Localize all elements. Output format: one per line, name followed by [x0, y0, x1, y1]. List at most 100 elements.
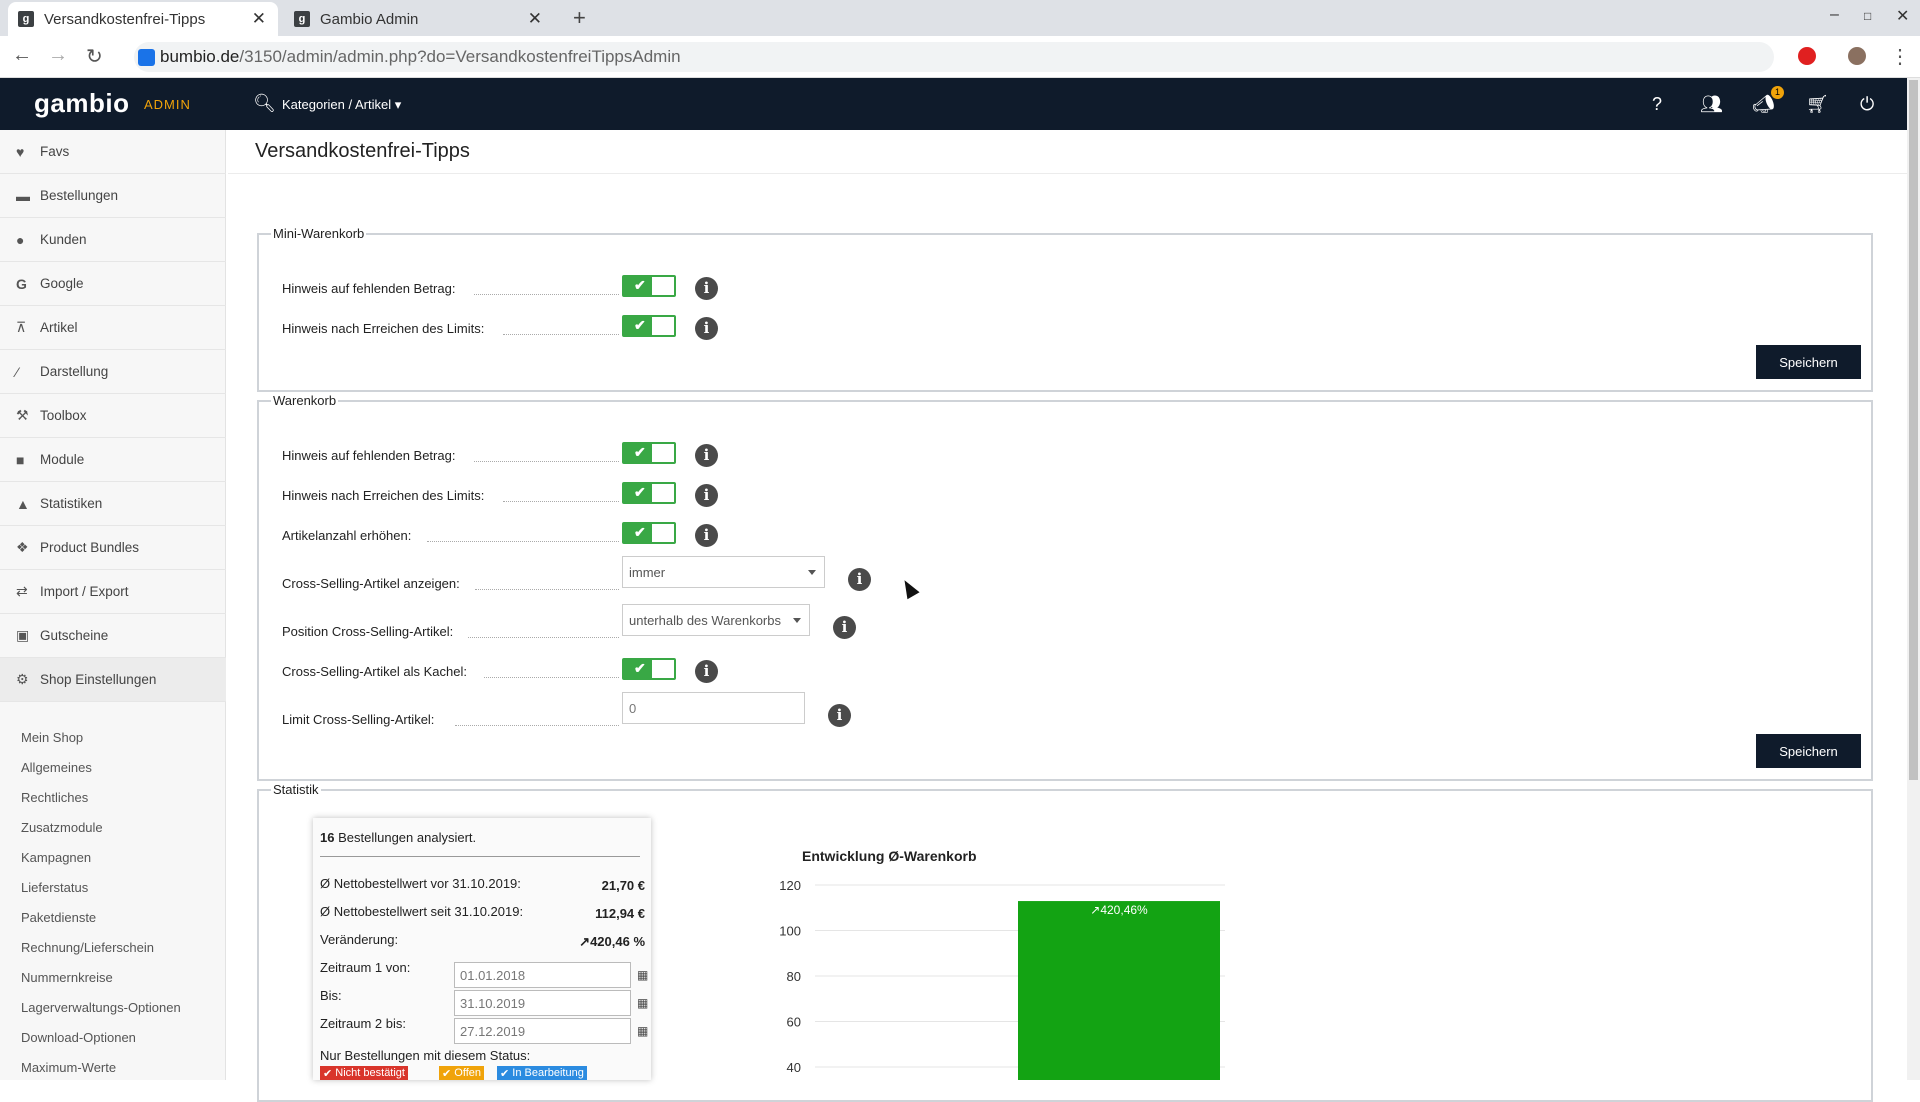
card-divider [320, 856, 640, 857]
submenu-kampagnen[interactable]: Kampagnen [21, 850, 91, 865]
search-icon[interactable]: 🔍︎ [253, 93, 276, 114]
date-input-from[interactable]: 01.01.2018 [454, 962, 631, 988]
browser-menu-icon[interactable]: ⋮ [1890, 44, 1910, 69]
chevron-down-icon [808, 570, 816, 575]
sidebar-item-toolbox[interactable]: ⚒︎ Toolbox [0, 394, 226, 438]
opera-extension-icon[interactable] [1798, 47, 1816, 65]
sidebar-item-module[interactable]: ■ Module [0, 438, 226, 482]
sidebar-item-artikel[interactable]: ⊼ Artikel [0, 306, 226, 350]
calendar-icon[interactable]: ▦ [637, 996, 648, 1010]
check-icon: ✔ [634, 444, 646, 460]
bar-data-label: ↗420,46% [1090, 903, 1148, 917]
dotted-leader [468, 637, 619, 638]
sidebar-item-favs[interactable]: ♥ Favs [0, 130, 226, 174]
date-input-period2[interactable]: 27.12.2019 [454, 1018, 631, 1044]
submenu-allgemeines[interactable]: Allgemeines [21, 760, 92, 775]
sidebar-item-label: Artikel [40, 320, 78, 335]
info-icon[interactable]: i [695, 484, 718, 507]
submenu-download-optionen[interactable]: Download-Optionen [21, 1030, 136, 1045]
info-icon[interactable]: i [695, 317, 718, 340]
address-bar-row: ← → ↻ bumbio.de/3150/admin/admin.php?do=… [0, 36, 1920, 78]
save-button[interactable]: Speichern [1756, 345, 1861, 379]
sidebar-item-gutscheine[interactable]: ▣ Gutscheine [0, 614, 226, 658]
sidebar-item-kunden[interactable]: ● Kunden [0, 218, 226, 262]
toggle-switch[interactable]: ✔ [622, 482, 676, 504]
sidebar-item-darstellung[interactable]: ⁄ Darstellung [0, 350, 226, 394]
search-category-dropdown[interactable]: Kategorien / Artikel ▾ [282, 97, 401, 113]
gambio-favicon-icon: g [18, 11, 34, 27]
forward-icon[interactable]: → [48, 44, 68, 67]
toggle-switch[interactable]: ✔ [622, 275, 676, 297]
info-icon[interactable]: i [833, 616, 856, 639]
submenu-nummernkreise[interactable]: Nummernkreise [21, 970, 113, 985]
new-tab-button[interactable]: + [573, 5, 586, 31]
logout-power-icon[interactable]: ⏻ [1860, 94, 1874, 115]
submenu-mein-shop[interactable]: Mein Shop [21, 730, 83, 745]
cart-icon[interactable]: 🛒︎ [1806, 94, 1829, 115]
close-window-icon[interactable]: ✕ [1896, 6, 1909, 26]
status-filter-label: Nur Bestellungen mit diesem Status: [320, 1048, 531, 1063]
back-icon[interactable]: ← [12, 44, 32, 67]
calendar-icon[interactable]: ▦ [637, 1024, 648, 1038]
sidebar-item-shop-einstellungen[interactable]: ⚙︎ Shop Einstellungen [0, 658, 226, 702]
status-tag-offen[interactable]: ✔ Offen [439, 1066, 484, 1080]
sidebar-item-statistiken[interactable]: ▲ Statistiken [0, 482, 226, 526]
info-icon[interactable]: i [695, 524, 718, 547]
reload-icon[interactable]: ↻ [86, 44, 103, 69]
setting-label: Position Cross-Selling-Artikel: [282, 624, 454, 639]
gambio-logo[interactable]: gambio [34, 88, 129, 119]
tab-title: Gambio Admin [320, 10, 419, 28]
help-icon[interactable]: ? [1652, 94, 1662, 115]
close-tab-icon[interactable]: ✕ [528, 9, 542, 29]
sidebar-item-bestellungen[interactable]: ▬ Bestellungen [0, 174, 226, 218]
scrollbar-thumb[interactable] [1909, 80, 1918, 780]
calendar-icon[interactable]: ▦ [637, 968, 648, 982]
sidebar-item-label: Kunden [40, 232, 87, 247]
status-tag-in-bearbeitung[interactable]: ✔ In Bearbeitung [497, 1066, 587, 1080]
browser-tab[interactable]: g Gambio Admin ✕ [284, 2, 554, 36]
submenu-lagerverwaltungs-optionen[interactable]: Lagerverwaltungs-Optionen [21, 1000, 181, 1015]
dotted-leader [455, 725, 619, 726]
info-icon[interactable]: i [828, 704, 851, 727]
submenu-lieferstatus[interactable]: Lieferstatus [21, 880, 88, 895]
submenu-rechtliches[interactable]: Rechtliches [21, 790, 88, 805]
save-button[interactable]: Speichern [1756, 734, 1861, 768]
puzzle-icon: ■ [16, 451, 25, 468]
admin-label: ADMIN [144, 97, 191, 112]
close-tab-icon[interactable]: ✕ [252, 9, 266, 29]
info-icon[interactable]: i [848, 568, 871, 591]
submenu-zusatzmodule[interactable]: Zusatzmodule [21, 820, 103, 835]
cross-selling-position-select[interactable]: unterhalb des Warenkorbs [622, 604, 810, 636]
info-icon[interactable]: i [695, 660, 718, 683]
toggle-switch[interactable]: ✔ [622, 522, 676, 544]
cross-selling-display-select[interactable]: immer [622, 556, 825, 588]
cross-selling-limit-input[interactable]: 0 [622, 692, 805, 724]
cogs-icon: ⚙︎ [16, 671, 29, 687]
chart-bar[interactable] [1018, 901, 1220, 1080]
sidebar-item-import-export[interactable]: ⇄ Import / Export [0, 570, 226, 614]
minimize-icon[interactable]: – [1830, 6, 1839, 24]
submenu-rechnung-lieferschein[interactable]: Rechnung/Lieferschein [21, 940, 154, 955]
date-input-to[interactable]: 31.10.2019 [454, 990, 631, 1016]
title-divider [228, 173, 1908, 174]
toggle-switch[interactable]: ✔ [622, 315, 676, 337]
panel-legend: Mini-Warenkorb [273, 226, 365, 241]
sidebar-item-label: Darstellung [40, 364, 109, 379]
announcements-icon[interactable]: 📣︎ [1752, 94, 1775, 115]
sidebar-item-product-bundles[interactable]: ❖ Product Bundles [0, 526, 226, 570]
profile-avatar-icon[interactable] [1848, 47, 1866, 65]
browser-tab-active[interactable]: g Versandkostenfrei-Tipps ✕ [8, 2, 278, 36]
setting-label: Hinweis nach Erreichen des Limits: [282, 488, 485, 503]
maximize-icon[interactable]: □ [1864, 9, 1871, 23]
toggle-switch[interactable]: ✔ [622, 658, 676, 680]
status-tag-nicht-bestaetigt[interactable]: ✔ Nicht bestätigt [320, 1066, 408, 1080]
page-title: Versandkostenfrei-Tipps [255, 140, 470, 162]
info-icon[interactable]: i [695, 444, 718, 467]
customers-icon[interactable]: 👥︎ [1700, 94, 1723, 115]
info-icon[interactable]: i [695, 277, 718, 300]
submenu-maximum-werte[interactable]: Maximum-Werte [21, 1060, 116, 1075]
sidebar-item-google[interactable]: G Google [0, 262, 226, 306]
url-field[interactable]: bumbio.de/3150/admin/admin.php?do=Versan… [134, 42, 1774, 72]
toggle-switch[interactable]: ✔ [622, 442, 676, 464]
submenu-paketdienste[interactable]: Paketdienste [21, 910, 96, 925]
